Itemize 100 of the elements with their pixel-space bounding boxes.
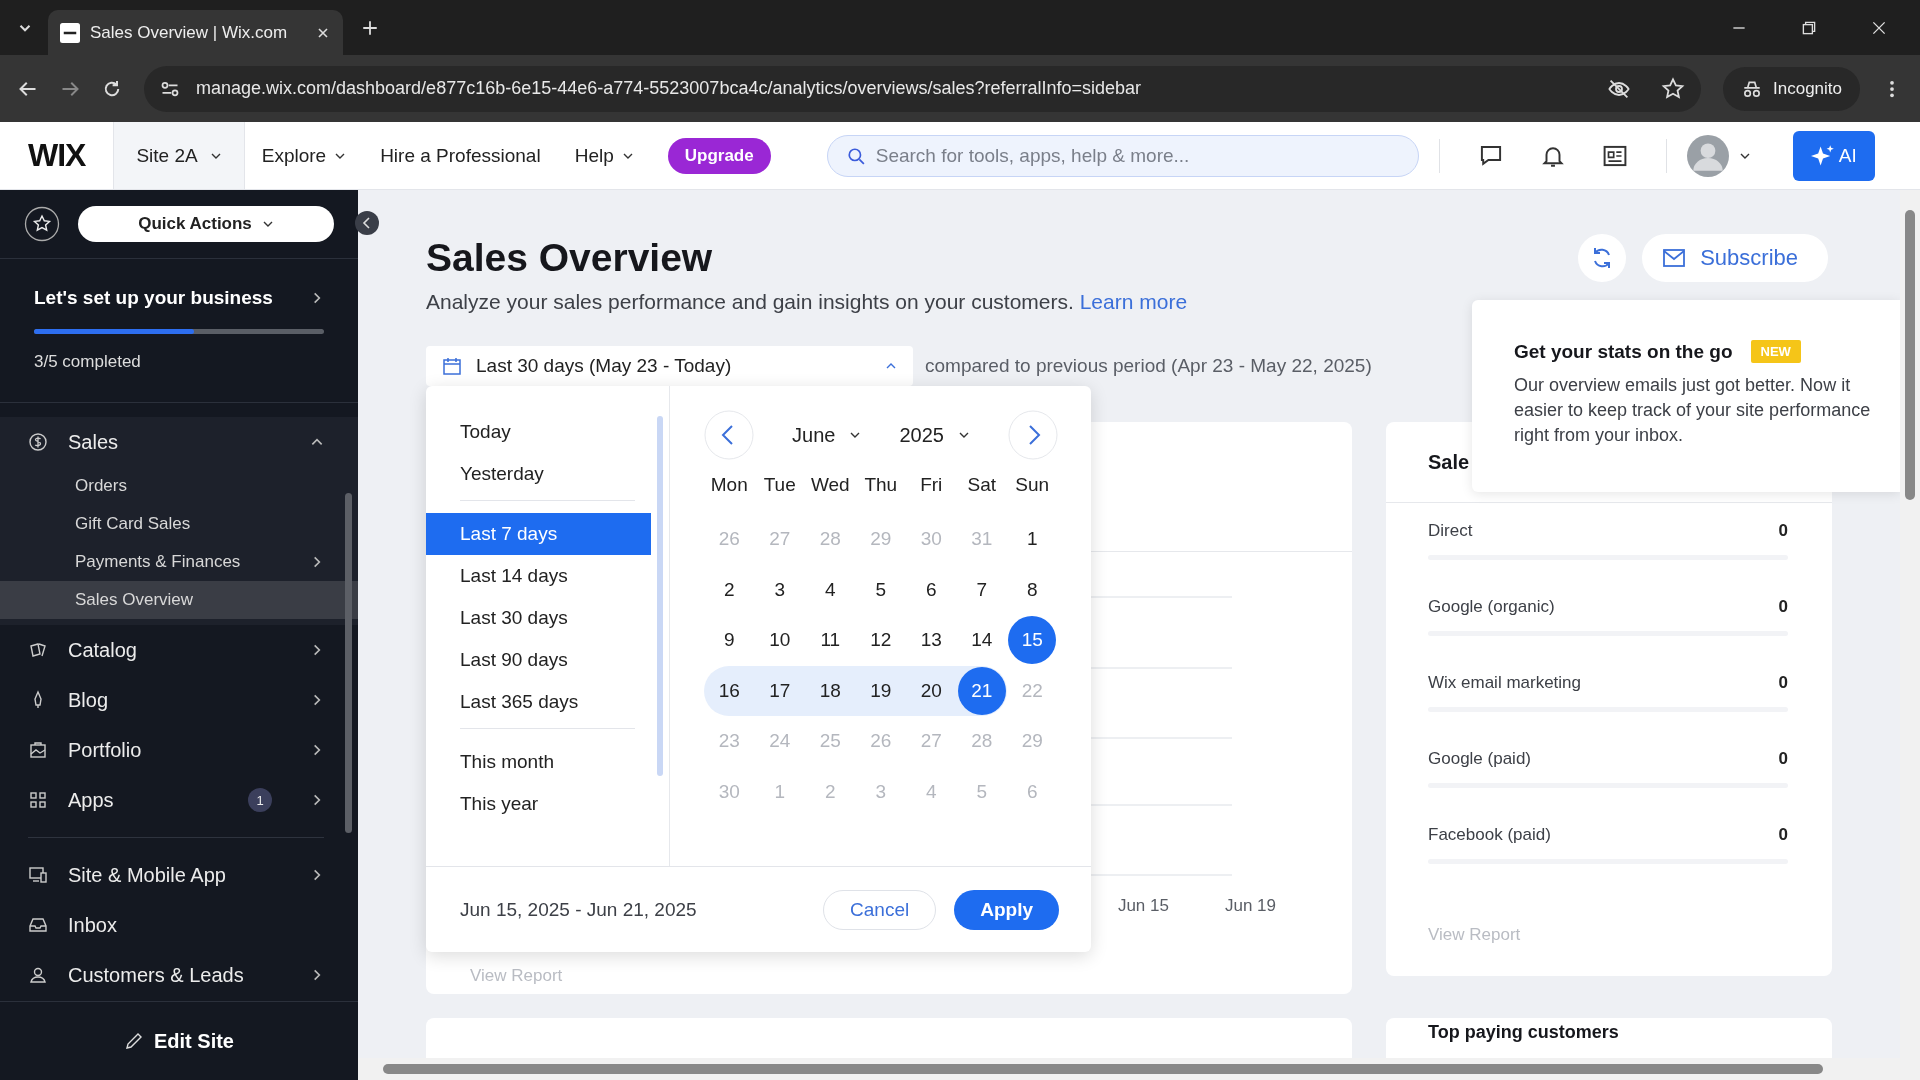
learn-more-link[interactable]: Learn more <box>1079 290 1188 313</box>
tooltip-title: Get your stats on the go <box>1514 340 1733 363</box>
month-dropdown[interactable]: June <box>792 423 862 447</box>
next-month-icon[interactable] <box>1007 410 1058 460</box>
nav-icon <box>28 965 48 985</box>
menu-item[interactable]: Hire a Professional <box>363 144 558 167</box>
sidebar-subitem[interactable]: Gift Card Sales <box>0 505 358 543</box>
weekday-label: Thu <box>863 474 899 496</box>
sidebar-subitem[interactable]: Payments & Finances <box>0 543 358 581</box>
calendar-day[interactable]: 18 <box>805 665 856 716</box>
menu-item[interactable]: Explore <box>244 144 364 167</box>
axis-label: Jun 19 <box>1224 896 1276 916</box>
setup-link[interactable]: Let's set up your business <box>34 287 324 309</box>
calendar-day[interactable]: 16 <box>704 665 755 716</box>
calendar-day[interactable]: 13 <box>906 615 957 666</box>
count-badge: 1 <box>248 788 272 812</box>
calendar-day[interactable]: 19 <box>855 665 906 716</box>
calendar-day[interactable]: 5 <box>855 564 906 615</box>
nav-icon <box>28 790 48 810</box>
preset-option[interactable]: Today <box>426 411 651 453</box>
refresh-icon[interactable] <box>1578 234 1627 282</box>
menu-item[interactable]: Help <box>557 144 651 167</box>
selected-range-text: Jun 15, 2025 - Jun 21, 2025 <box>460 898 697 921</box>
calendar-day[interactable]: 15 <box>1007 615 1058 666</box>
calendar-day[interactable]: 6 <box>906 564 957 615</box>
source-value: 0 <box>1778 825 1788 845</box>
calendar-day[interactable]: 14 <box>956 615 1007 666</box>
source-value: 0 <box>1778 521 1788 541</box>
calendar-icon <box>442 356 462 376</box>
calendar-day[interactable]: 11 <box>805 615 856 666</box>
preset-option[interactable]: Last 14 days <box>426 555 651 597</box>
new-tab-icon[interactable] <box>361 18 379 37</box>
sidebar-item[interactable]: Inbox <box>0 900 358 950</box>
envelope-icon <box>1662 248 1687 268</box>
quick-actions-button[interactable]: Quick Actions <box>78 206 334 242</box>
calendar-day[interactable]: 20 <box>906 665 957 716</box>
card-title: Top paying customers <box>1428 1021 1619 1043</box>
calendar-day[interactable]: 7 <box>956 564 1007 615</box>
date-range-dropdown[interactable]: Last 30 days (May 23 - Today) <box>426 346 913 386</box>
sidebar-item[interactable]: Site & Mobile App <box>0 850 358 900</box>
source-value: 0 <box>1778 749 1788 769</box>
calendar-day[interactable]: 21 <box>956 665 1007 716</box>
upgrade-button[interactable]: Upgrade <box>667 137 771 174</box>
calendar-day[interactable]: 8 <box>1007 564 1058 615</box>
site-selector[interactable]: Site 2A <box>113 122 245 189</box>
source-label: Google (organic) <box>1428 597 1555 617</box>
nav-icon <box>28 865 48 885</box>
account-menu[interactable] <box>1686 134 1751 177</box>
sidebar-item[interactable]: Catalog <box>0 625 358 675</box>
incognito-button[interactable]: Incognito <box>1723 66 1860 111</box>
source-value: 0 <box>1778 673 1788 693</box>
sidebar-item[interactable]: Apps 1 <box>0 775 358 825</box>
calendar-day[interactable]: 4 <box>805 564 856 615</box>
preset-option[interactable]: Yesterday <box>426 453 651 495</box>
calendar-day[interactable]: 2 <box>704 564 755 615</box>
calendar-day[interactable]: 12 <box>855 615 906 666</box>
calendar-day[interactable]: 17 <box>754 665 805 716</box>
source-label: Google (paid) <box>1428 749 1531 769</box>
sidebar-item[interactable]: Sales <box>0 417 358 467</box>
calendar-day[interactable]: 9 <box>704 615 755 666</box>
axis-label: Jun 15 <box>1117 896 1169 916</box>
calendar-day[interactable]: 3 <box>754 564 805 615</box>
weekday-label: Tue <box>762 474 797 496</box>
preset-option[interactable]: Last 90 days <box>426 639 651 681</box>
address-bar[interactable]: manage.wix.com/dashboard/e877c16b-6e15-44e6-a774-5523007bca4c/analytics/overviews/sales?referralInfo=sidebar <box>144 65 1701 112</box>
card-title: Sale <box>1428 450 1470 474</box>
scrollbar[interactable] <box>345 493 352 833</box>
page-title: Sales Overview <box>426 236 713 280</box>
sidebar-item[interactable]: Blog <box>0 675 358 725</box>
preset-option[interactable]: This year <box>426 783 651 825</box>
star-icon[interactable] <box>1661 76 1685 101</box>
scrollbar[interactable] <box>657 416 663 776</box>
year-dropdown[interactable]: 2025 <box>899 423 970 447</box>
sidebar-item[interactable]: Customers & Leads <box>0 950 358 1000</box>
previous-month-icon[interactable] <box>704 410 754 460</box>
search-field[interactable]: Search for tools, apps, help & more... <box>826 134 1419 177</box>
reload-icon[interactable] <box>102 78 122 99</box>
wix-logo[interactable]: WIX <box>0 137 114 174</box>
preset-option[interactable]: This month <box>426 741 651 783</box>
nav-icon <box>28 740 48 760</box>
weekday-label: Fri <box>919 474 944 496</box>
sidebar-subitem[interactable]: Orders <box>0 467 358 505</box>
cancel-button[interactable]: Cancel <box>823 889 937 930</box>
calendar-day[interactable]: 10 <box>754 615 805 666</box>
apply-button[interactable]: Apply <box>954 889 1059 930</box>
source-value: 0 <box>1778 597 1788 617</box>
browser-tab[interactable]: Sales Overview | Wix.com <box>48 10 343 55</box>
sidebar-subitem[interactable]: Sales Overview <box>0 581 358 619</box>
calendar-day[interactable]: 1 <box>1007 514 1058 565</box>
collapse-icon[interactable] <box>355 211 379 235</box>
nav-icon <box>28 640 48 660</box>
preset-option[interactable]: Last 7 days <box>426 513 651 555</box>
preset-option[interactable]: Last 365 days <box>426 681 651 723</box>
weekday-label: Wed <box>809 474 851 496</box>
sidebar-item[interactable]: Portfolio <box>0 725 358 775</box>
subscribe-button[interactable]: Subscribe <box>1642 234 1828 282</box>
progress-text: 3/5 completed <box>34 352 142 372</box>
tooltip-text: Our overview emails just got better. Now it easier to keep track of your site performance right from your inbox. <box>1514 374 1872 447</box>
preset-option[interactable]: Last 30 days <box>426 597 651 639</box>
ai-button[interactable]: AI <box>1792 130 1875 181</box>
